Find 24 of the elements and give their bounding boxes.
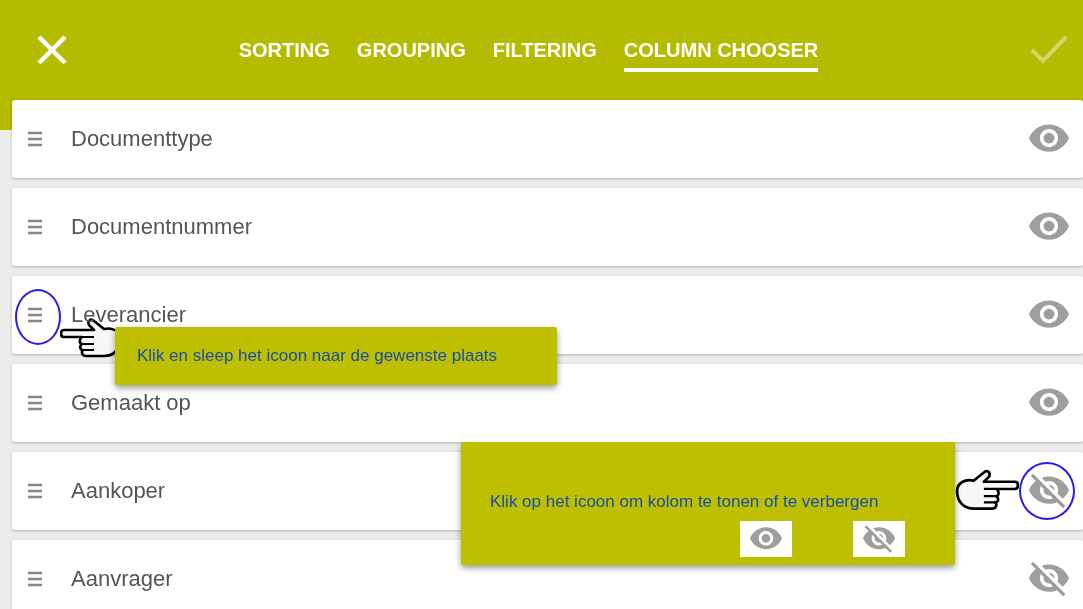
drag-handle-icon[interactable] bbox=[27, 483, 43, 499]
drag-handle-icon[interactable] bbox=[27, 395, 43, 411]
column-name: Documentnummer bbox=[71, 214, 252, 240]
drag-handle-icon[interactable] bbox=[27, 571, 43, 587]
tooltip: Klik en sleep het icoon naar de gewenste plaats bbox=[115, 327, 557, 385]
highlight-circle bbox=[1019, 462, 1075, 520]
tooltip-text: Klik op het icoon om kolom te tonen of te verbergen bbox=[490, 492, 879, 511]
drag-handle-icon[interactable] bbox=[27, 219, 43, 235]
close-icon[interactable] bbox=[36, 34, 68, 66]
drag-handle-icon[interactable] bbox=[27, 307, 43, 323]
tab[interactable]: GROUPING bbox=[356, 32, 466, 72]
drag-handle-icon[interactable] bbox=[27, 131, 43, 147]
column-name: Leverancier bbox=[71, 302, 186, 328]
pointing-hand-drawing bbox=[955, 468, 1019, 512]
tab[interactable]: COLUMN CHOOSER bbox=[623, 32, 819, 72]
crossed-eye-icon[interactable] bbox=[1029, 559, 1069, 599]
crossed-eye-icon[interactable] bbox=[863, 523, 895, 555]
crossed-eye-icon[interactable] bbox=[1029, 471, 1069, 511]
column-name: Aanvrager bbox=[71, 566, 173, 592]
tab[interactable]: SORTING bbox=[238, 32, 330, 72]
column-name: Documenttype bbox=[71, 126, 213, 152]
column-name: Aankoper bbox=[71, 478, 166, 504]
column-name: Gemaakt op bbox=[71, 390, 191, 416]
tab[interactable]: FILTERING bbox=[492, 32, 597, 72]
